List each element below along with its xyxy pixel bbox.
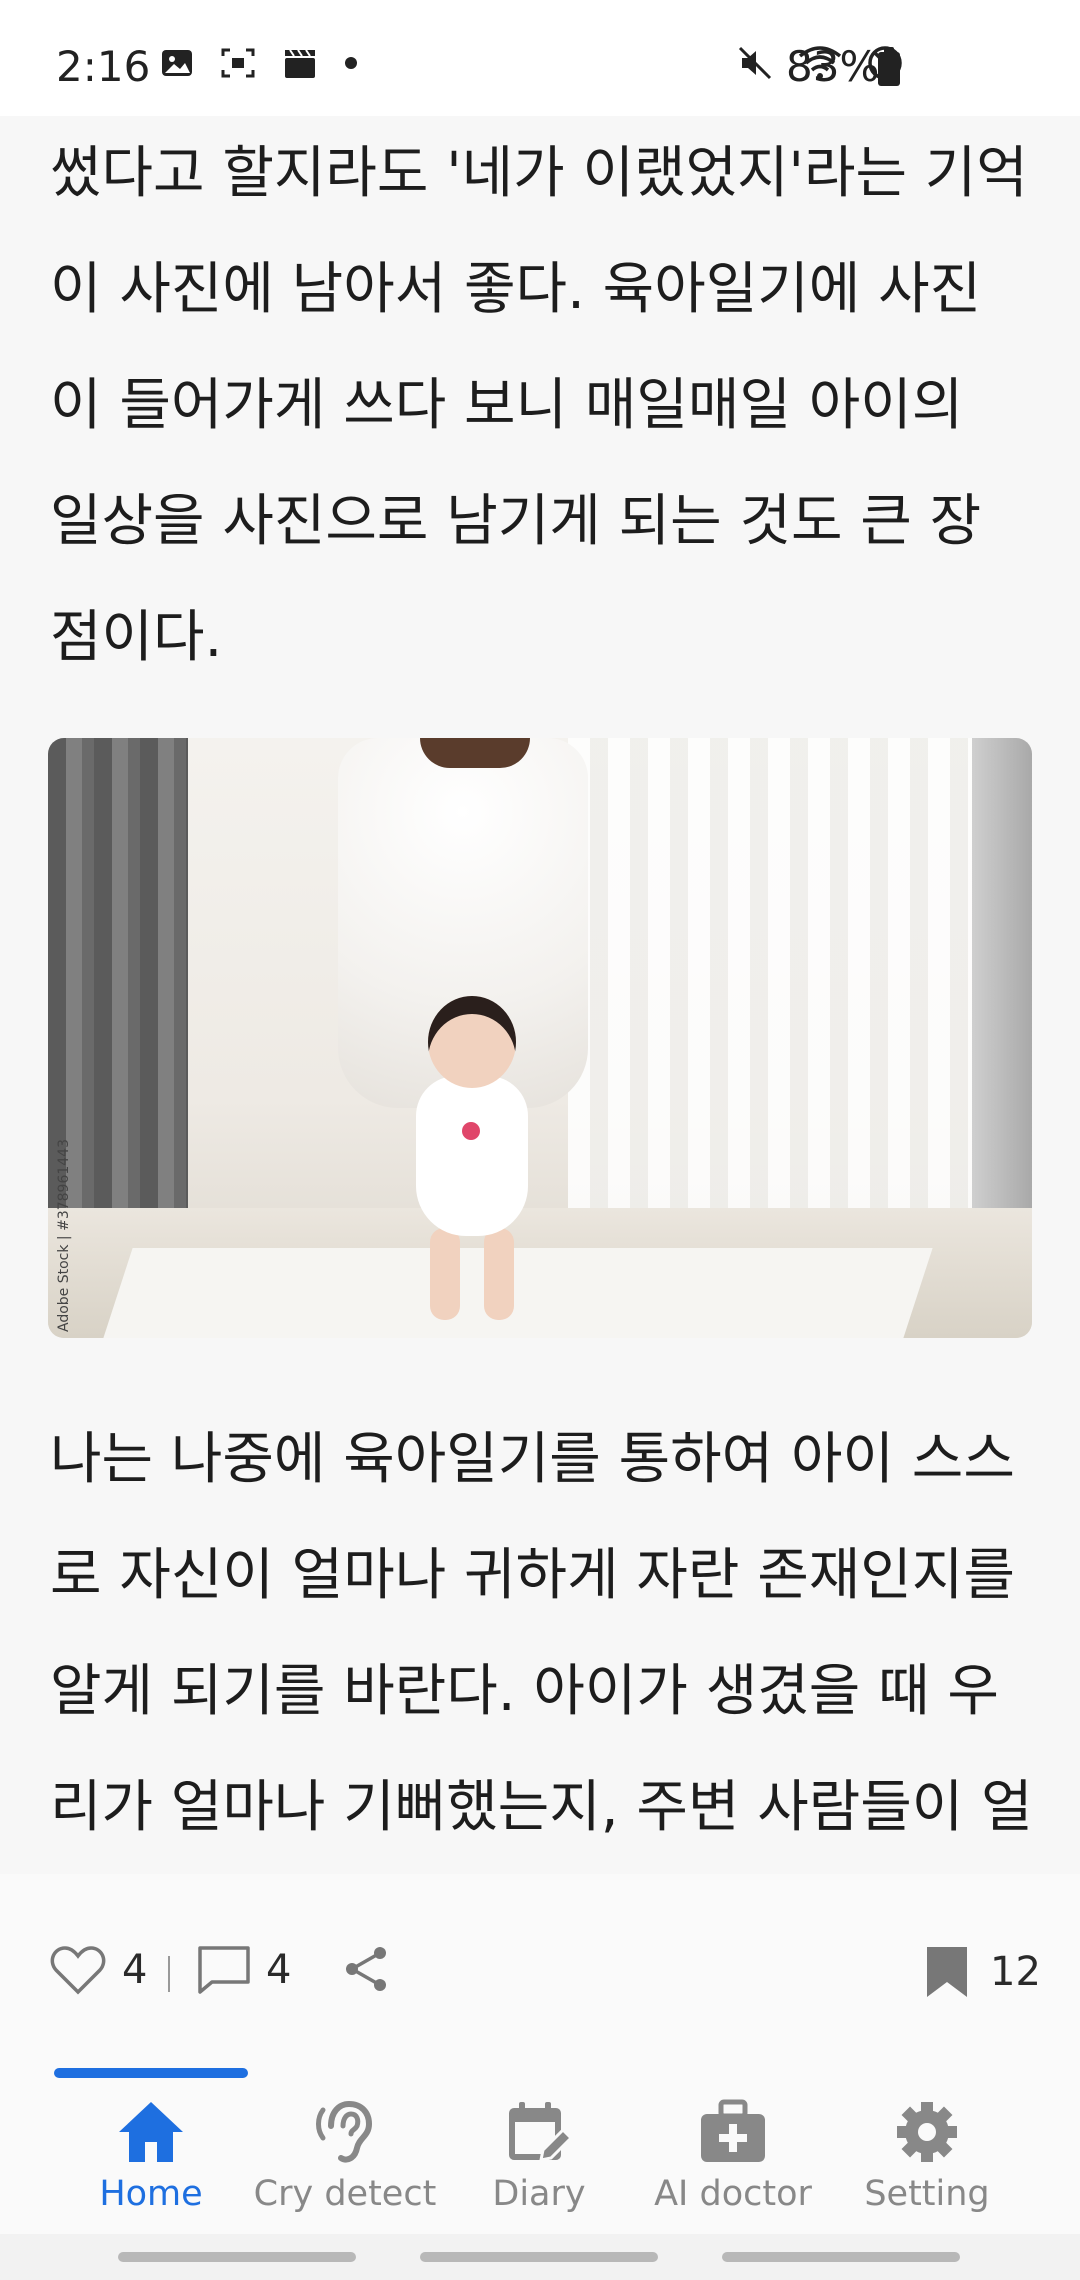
article-photo[interactable]: Adobe Stock | #378961443	[48, 738, 1032, 1338]
screenshot-icon	[221, 48, 255, 78]
comment-count: 4	[266, 1947, 292, 1993]
photo-curtain-sheer	[568, 738, 988, 1238]
heart-icon	[50, 1946, 106, 1995]
status-bar: 2:16 83%	[0, 0, 1080, 116]
text-line: 로 자신이 얼마나 귀하게 자란 존재인지를	[50, 1543, 1015, 1608]
image-icon	[162, 50, 192, 76]
home-icon	[119, 2102, 183, 2162]
text-line: 이 들어가게 쓰다 보니 매일매일 아이의	[50, 373, 964, 438]
text-line: 일상을 사진으로 남기게 되는 것도 큰 장	[50, 489, 982, 554]
nav-item-setting[interactable]: Setting	[830, 2098, 1024, 2214]
mute-icon	[738, 46, 772, 80]
action-divider	[168, 1956, 170, 1992]
battery-icon	[878, 47, 900, 86]
nav-label: AI doctor	[654, 2174, 812, 2214]
bottom-nav: Home Cry detect Diary AI doctor Setting	[0, 2064, 1080, 2234]
photo-baby-body	[416, 1076, 528, 1236]
photo-baby-head	[428, 996, 516, 1088]
like-count: 4	[122, 1947, 148, 1993]
ear-icon	[316, 2100, 373, 2163]
text-line: 점이다.	[50, 605, 223, 670]
nav-label: Cry detect	[253, 2174, 437, 2214]
system-gesture-bar	[0, 2234, 1080, 2280]
share-button[interactable]	[342, 1944, 390, 1994]
text-line: 나는 나중에 육아일기를 통하여 아이 스스	[50, 1427, 1015, 1492]
comment-button[interactable]: 4	[196, 1944, 291, 1996]
share-icon	[346, 1947, 386, 1991]
bookmark-button[interactable]: 12	[924, 1944, 1041, 2000]
calendar-edit-icon	[509, 2102, 574, 2162]
clapper-icon	[285, 49, 315, 78]
nav-label: Diary	[492, 2174, 586, 2214]
nav-item-home[interactable]: Home	[54, 2098, 248, 2214]
status-time: 2:16	[56, 42, 151, 91]
gear-icon	[897, 2102, 957, 2162]
photo-mother-hair	[420, 738, 530, 768]
nav-item-diary[interactable]: Diary	[442, 2098, 636, 2214]
photo-baby-heart	[462, 1122, 480, 1140]
text-line: 썼다고 할지라도 '네가 이랬었지'라는 기억	[50, 141, 1028, 206]
photo-credit: Adobe Stock | #378961443	[56, 1139, 72, 1332]
nav-item-ai-doctor[interactable]: AI doctor	[636, 2098, 830, 2214]
comment-icon	[198, 1946, 250, 1994]
home-handle[interactable]	[420, 2252, 658, 2262]
text-line: 리가 얼마나 기뻐했는지, 주변 사람들이 얼	[50, 1775, 1033, 1840]
battery-percent: 83%	[786, 42, 880, 91]
nav-label: Home	[99, 2174, 203, 2214]
article-content[interactable]: 썼다고 할지라도 '네가 이랬었지'라는 기억 이 사진에 남아서 좋다. 육아…	[0, 116, 1080, 1874]
notification-icons	[160, 46, 358, 80]
photo-curtain-right	[972, 738, 1032, 1258]
text-line: 알게 되기를 바란다. 아이가 생겼을 때 우	[50, 1659, 999, 1724]
medical-bag-icon	[701, 2099, 765, 2162]
article-paragraph: 썼다고 할지라도 '네가 이랬었지'라는 기억 이 사진에 남아서 좋다. 육아…	[50, 116, 1040, 696]
photo-baby-leg	[484, 1228, 514, 1320]
dot-icon	[345, 57, 357, 69]
text-line: 이 사진에 남아서 좋다. 육아일기에 사진	[50, 257, 982, 322]
photo-rug	[103, 1248, 933, 1338]
like-button[interactable]: 4	[50, 1944, 147, 1996]
photo-baby-leg	[430, 1228, 460, 1320]
article-paragraph: 나는 나중에 육아일기를 통하여 아이 스스 로 자신이 얼마나 귀하게 자란 …	[50, 1402, 1040, 1866]
nav-label: Setting	[864, 2174, 990, 2214]
action-bar: 4 4 12	[0, 1874, 1080, 2064]
recent-apps-handle[interactable]	[118, 2252, 356, 2262]
back-handle[interactable]	[722, 2252, 960, 2262]
nav-item-cry-detect[interactable]: Cry detect	[248, 2098, 442, 2214]
nav-active-indicator	[54, 2068, 248, 2078]
bookmark-icon	[927, 1947, 967, 1997]
bookmark-count: 12	[990, 1949, 1041, 1995]
